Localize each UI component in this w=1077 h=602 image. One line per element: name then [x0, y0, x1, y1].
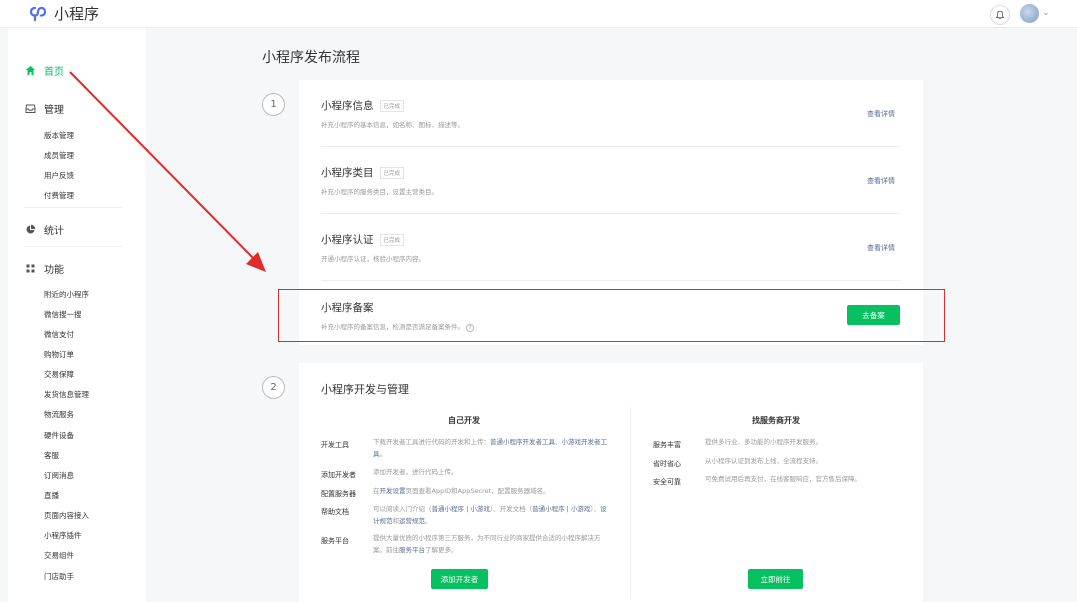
sidebar-subitem-version[interactable]: 版本管理	[44, 130, 74, 141]
item-divider	[321, 213, 901, 214]
row-label: 添加开发者	[321, 471, 356, 479]
row-label: 省时省心	[653, 460, 681, 468]
item-desc: 补充小程序的服务类目，设置主营类目。	[321, 188, 438, 196]
sidebar-divider	[24, 246, 122, 247]
row-text: 添加开发者，进行代码上传。	[373, 468, 458, 476]
inbox-icon	[24, 103, 36, 115]
row-text: 从小程序认证到发布上线，全流程支持。	[705, 457, 822, 465]
row-label: 帮助文档	[321, 508, 349, 516]
pie-chart-icon	[24, 224, 36, 236]
row-label: 开发工具	[321, 441, 349, 449]
step-number: 1	[262, 93, 285, 116]
row-text: 在开发设置页面查看AppID和AppSecret，配置服务器域名。	[373, 487, 550, 495]
app-name: 小程序	[54, 5, 100, 23]
vendor-dev-heading: 找服务商开发	[752, 416, 800, 425]
doc-link[interactable]: 小游戏	[470, 505, 490, 513]
dev-section-title: 小程序开发与管理	[321, 383, 409, 396]
doc-link[interactable]: 普通小程序	[432, 505, 465, 513]
item-divider	[321, 280, 901, 281]
app-logo[interactable]: 小程序	[28, 3, 99, 24]
sidebar-item-features[interactable]: 功能	[24, 261, 64, 276]
sidebar-subitem-store[interactable]: 门店助手	[44, 571, 74, 582]
sidebar-subitem-nearby[interactable]: 附近的小程序	[44, 289, 89, 300]
home-icon	[24, 65, 36, 77]
column-divider	[630, 407, 631, 599]
grid-icon	[24, 263, 36, 275]
item-title: 小程序认证 已完成	[321, 232, 405, 247]
page-title: 小程序发布流程	[262, 50, 360, 66]
sidebar-item-label: 管理	[44, 105, 64, 116]
sidebar-subitem-feedback[interactable]: 用户反馈	[44, 170, 74, 181]
sidebar-subitem-plugin[interactable]: 小程序插件	[44, 530, 82, 541]
sidebar-subitem-hardware[interactable]: 硬件设备	[44, 430, 74, 441]
doc-link[interactable]: 普通小程序	[532, 505, 565, 513]
row-label: 安全可靠	[653, 478, 681, 486]
avatar[interactable]	[1020, 4, 1039, 23]
sidebar-subitem-customer-service[interactable]: 客服	[44, 450, 59, 461]
sidebar-subitem-search[interactable]: 微信搜一搜	[44, 309, 82, 320]
status-badge: 已完成	[379, 167, 405, 179]
row-text: 下载开发者工具进行代码的开发和上传：普通小程序开发者工具、小游戏开发者工具。	[373, 438, 607, 458]
sidebar-item-home[interactable]: 首页	[24, 63, 64, 78]
sidebar-subitem-shipping[interactable]: 发货信息管理	[44, 389, 89, 400]
view-details-link[interactable]: 查看详情	[867, 243, 895, 253]
sidebar-item-label: 功能	[44, 265, 64, 276]
sidebar-item-label: 统计	[44, 226, 64, 237]
sidebar-item-stats[interactable]: 统计	[24, 222, 64, 237]
item-title: 小程序类目 已完成	[321, 165, 405, 180]
item-desc: 开通小程序认证，核验小程序内容。	[321, 255, 425, 263]
row-label: 服务平台	[321, 537, 349, 545]
sidebar-subitem-members[interactable]: 成员管理	[44, 150, 74, 161]
self-dev-heading: 自己开发	[448, 416, 480, 425]
row-text: 提供多行业、多功能的小程序开发服务。	[705, 438, 822, 446]
row-text: 提供大量优质的小程序第三方服务，为不同行业的商家提供合适的小程序解决方案。前往服…	[373, 534, 601, 554]
sidebar-subitem-guarantee[interactable]: 交易保障	[44, 369, 74, 380]
logo-icon	[29, 6, 47, 21]
service-platform-link[interactable]: 服务平台	[399, 546, 425, 554]
notification-button[interactable]	[990, 5, 1010, 25]
row-label: 配置服务器	[321, 490, 356, 498]
doc-link[interactable]: 运营规范	[399, 517, 425, 525]
view-details-link[interactable]: 查看详情	[867, 109, 895, 119]
sidebar-subitem-trade-component[interactable]: 交易组件	[44, 550, 74, 561]
sidebar-subitem-subscribe[interactable]: 订阅消息	[44, 470, 74, 481]
bell-icon	[995, 10, 1005, 20]
highlight-box	[278, 289, 945, 342]
sidebar: 首页 管理 版本管理 成员管理 用户反馈 付费管理 统计 功能 附近的小程序 微…	[8, 28, 146, 602]
dev-settings-link[interactable]: 开发设置	[380, 487, 406, 495]
sidebar-subitem-live[interactable]: 直播	[44, 490, 59, 501]
chevron-down-icon[interactable]: ⌄	[1042, 8, 1050, 18]
sidebar-subitem-payment[interactable]: 付费管理	[44, 190, 74, 201]
sidebar-subitem-wxpay[interactable]: 微信支付	[44, 329, 74, 340]
step-number: 2	[262, 376, 285, 399]
sidebar-subitem-logistics[interactable]: 物流服务	[44, 409, 74, 420]
top-bar: 小程序 ⌄	[0, 0, 1077, 28]
go-now-button[interactable]: 立即前往	[748, 569, 803, 589]
item-desc: 补充小程序的基本信息，如名称、图标、描述等。	[321, 121, 464, 129]
view-details-link[interactable]: 查看详情	[867, 176, 895, 186]
devtools-link[interactable]: 普通小程序开发者工具	[490, 438, 555, 446]
item-divider	[321, 146, 901, 147]
sidebar-item-manage[interactable]: 管理	[24, 101, 64, 116]
status-badge: 已完成	[379, 100, 405, 112]
item-title: 小程序信息 已完成	[321, 98, 405, 113]
row-text: 可以阅读入门介绍（普通小程序 | 小游戏）、开发文档（普通小程序 | 小游戏）、…	[373, 505, 607, 525]
sidebar-subitem-orders[interactable]: 购物订单	[44, 349, 74, 360]
sidebar-divider	[24, 207, 122, 208]
sidebar-item-label: 首页	[44, 67, 64, 78]
doc-link[interactable]: 小游戏	[571, 505, 591, 513]
row-label: 服务丰富	[653, 441, 681, 449]
status-badge: 已完成	[379, 234, 405, 246]
sidebar-subitem-content[interactable]: 页面内容接入	[44, 510, 89, 521]
row-text: 可免费试用后再支付，在线客服响应，官方售后保障。	[705, 475, 861, 483]
add-developer-button[interactable]: 添加开发者	[431, 569, 488, 589]
